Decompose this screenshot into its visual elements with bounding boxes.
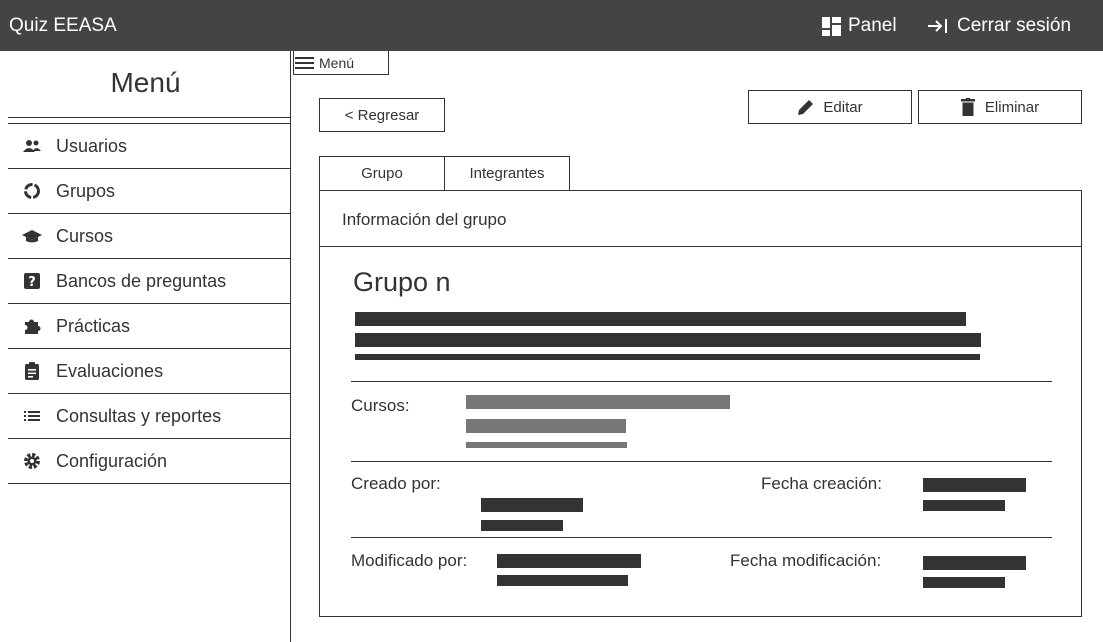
logout-link[interactable]: Cerrar sesión bbox=[927, 15, 1071, 37]
courses-label: Cursos: bbox=[351, 396, 410, 415]
modified-by-label: Modificado por: bbox=[351, 551, 468, 570]
delete-button[interactable]: Eliminar bbox=[918, 90, 1082, 124]
groups-icon bbox=[22, 181, 42, 201]
created-date-placeholder bbox=[923, 478, 1026, 492]
sidebar-item-label: Consultas y reportes bbox=[56, 405, 222, 426]
edit-button[interactable]: Editar bbox=[748, 90, 912, 124]
delete-button-label: Eliminar bbox=[984, 98, 1040, 116]
sidebar-item-configuracion[interactable]: Configuración bbox=[8, 439, 291, 484]
created-date-placeholder bbox=[923, 500, 1005, 511]
modified-by-placeholder bbox=[497, 554, 641, 568]
sidebar-item-label: Prácticas bbox=[56, 315, 131, 336]
hamburger-icon bbox=[295, 56, 314, 69]
created-by-label: Creado por: bbox=[351, 474, 441, 493]
users-icon bbox=[22, 136, 42, 156]
tab-integrantes[interactable]: Integrantes bbox=[444, 156, 570, 191]
sidebar-item-label: Configuración bbox=[56, 450, 168, 471]
sidebar-item-consultas-y-reportes[interactable]: Consultas y reportes bbox=[8, 394, 291, 439]
dashboard-icon bbox=[822, 16, 841, 36]
question-square-icon: ? bbox=[22, 271, 42, 291]
edit-button-label: Editar bbox=[823, 98, 863, 116]
sidebar-title: Menú bbox=[110, 67, 181, 98]
description-placeholder bbox=[355, 333, 981, 347]
panel-label: Panel bbox=[848, 15, 897, 36]
panel-link[interactable]: Panel bbox=[822, 15, 897, 37]
logout-icon bbox=[928, 19, 947, 33]
description-placeholder bbox=[355, 354, 980, 360]
sidebar-item-grupos[interactable]: Grupos bbox=[8, 169, 291, 214]
trash-icon bbox=[960, 98, 975, 116]
modified-by-placeholder bbox=[497, 575, 628, 586]
section-divider bbox=[351, 461, 1052, 462]
sidebar-item-label: Grupos bbox=[56, 180, 116, 201]
course-placeholder bbox=[466, 442, 627, 448]
tab-label: Grupo bbox=[361, 165, 403, 182]
clipboard-icon bbox=[22, 361, 42, 381]
graduation-cap-icon bbox=[22, 226, 42, 246]
menu-toggle-button[interactable]: Menú bbox=[293, 51, 389, 75]
section-divider bbox=[351, 537, 1052, 538]
card-header: Información del grupo bbox=[320, 191, 1081, 247]
menu-toggle-label: Menú bbox=[319, 54, 355, 71]
course-placeholder bbox=[466, 419, 626, 433]
course-placeholder bbox=[466, 395, 730, 409]
app-title: Quiz EEASA bbox=[9, 15, 117, 36]
group-info-card: Información del grupo Grupo n Cursos: Cr… bbox=[319, 190, 1082, 617]
top-bar: Quiz EEASA Panel Cerrar sesión bbox=[0, 0, 1103, 51]
group-name: Grupo n bbox=[353, 267, 451, 297]
created-by-placeholder bbox=[481, 498, 583, 512]
sidebar-item-cursos[interactable]: Cursos bbox=[8, 214, 291, 259]
sidebar-item-label: Cursos bbox=[56, 225, 114, 246]
svg-text:?: ? bbox=[28, 275, 36, 289]
pencil-icon bbox=[798, 100, 814, 115]
sidebar-item-practicas[interactable]: Prácticas bbox=[8, 304, 291, 349]
modified-date-label: Fecha modificación: bbox=[730, 551, 882, 570]
tab-label: Integrantes bbox=[469, 165, 545, 182]
gear-icon bbox=[22, 451, 42, 471]
sidebar-item-label: Bancos de preguntas bbox=[56, 270, 227, 291]
puzzle-icon bbox=[22, 316, 42, 336]
logout-label: Cerrar sesión bbox=[957, 15, 1072, 36]
section-divider bbox=[351, 381, 1052, 382]
created-date-label: Fecha creación: bbox=[761, 474, 882, 493]
back-button-label: < Regresar bbox=[344, 106, 420, 124]
sidebar-item-evaluaciones[interactable]: Evaluaciones bbox=[8, 349, 291, 394]
modified-date-placeholder bbox=[923, 556, 1026, 570]
list-icon bbox=[22, 406, 42, 426]
sidebar-item-usuarios[interactable]: Usuarios bbox=[8, 124, 291, 169]
sidebar-item-bancos-de-preguntas[interactable]: ? Bancos de preguntas bbox=[8, 259, 291, 304]
card-header-title: Información del grupo bbox=[342, 210, 507, 229]
sidebar: Menú Usuarios Grupos Cursos ? Bancos de … bbox=[0, 51, 291, 642]
description-placeholder bbox=[355, 312, 966, 326]
sidebar-item-label: Evaluaciones bbox=[56, 360, 164, 381]
created-by-placeholder bbox=[481, 520, 563, 531]
modified-date-placeholder bbox=[923, 577, 1005, 588]
sidebar-item-label: Usuarios bbox=[56, 135, 128, 156]
tab-grupo[interactable]: Grupo bbox=[319, 156, 445, 191]
back-button[interactable]: < Regresar bbox=[319, 98, 445, 132]
sidebar-divider bbox=[8, 117, 291, 118]
